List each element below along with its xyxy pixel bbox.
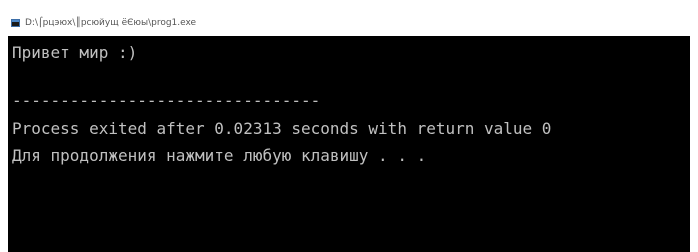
console-line-press-any-key: Для продолжения нажмите любую клавишу . … bbox=[12, 146, 427, 165]
window-title: D:\⌠рцэюх\║рсюйущ ёЄюы\prog1.exe bbox=[25, 18, 197, 28]
console-app-icon bbox=[11, 19, 20, 27]
console-window: D:\⌠рцэюх\║рсюйущ ёЄюы\prog1.exe Привет … bbox=[0, 0, 698, 252]
console-line-process-exit: Process exited after 0.02313 seconds wit… bbox=[12, 119, 552, 138]
console-line-separator: -------------------------------- bbox=[12, 91, 321, 110]
title-bar[interactable]: D:\⌠рцэюх\║рсюйущ ёЄюы\prog1.exe bbox=[0, 0, 698, 36]
console-output[interactable]: Привет мир :) --------------------------… bbox=[8, 36, 690, 252]
console-line-hello: Привет мир :) bbox=[12, 43, 138, 62]
